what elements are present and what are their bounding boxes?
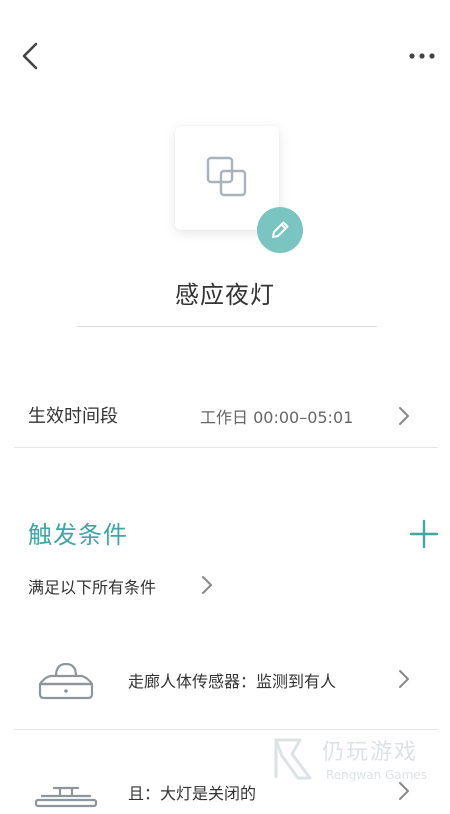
schedule-label: 生效时间段 xyxy=(28,406,118,427)
scene-squares-icon xyxy=(206,156,247,197)
watermark: 仍玩游戏 Rengwan Games xyxy=(270,728,448,792)
chevron-right-icon xyxy=(202,576,212,594)
watermark-text: 仍玩游戏 xyxy=(322,740,419,765)
chevron-left-icon xyxy=(22,42,38,70)
more-button[interactable] xyxy=(402,44,442,68)
triggers-title: 触发条件 xyxy=(28,521,128,549)
trigger-item-text: 走廊人体传感器：监测到有人 xyxy=(128,672,337,691)
trigger-item-text: 且：大灯是关闭的 xyxy=(128,784,257,803)
scene-name-underline xyxy=(77,326,377,327)
watermark-logo-icon xyxy=(274,738,312,780)
schedule-row[interactable]: 生效时间段 工作日 00:00–05:01 xyxy=(0,390,450,440)
schedule-value: 工作日 00:00–05:01 xyxy=(200,408,354,427)
add-trigger-button[interactable] xyxy=(408,518,440,550)
back-button[interactable] xyxy=(14,38,50,74)
watermark-subtext: Rengwan Games xyxy=(326,768,427,782)
edit-scene-button[interactable] xyxy=(257,207,303,253)
trigger-item[interactable]: 走廊人体传感器：监测到有人 xyxy=(0,650,450,710)
pencil-icon xyxy=(272,221,289,238)
more-horizontal-icon xyxy=(409,53,435,59)
divider xyxy=(14,447,438,448)
ceiling-light-icon xyxy=(34,786,98,808)
condition-mode-selector[interactable]: 满足以下所有条件 xyxy=(28,574,228,600)
chevron-right-icon xyxy=(399,407,409,425)
plus-icon xyxy=(409,519,439,549)
chevron-right-icon xyxy=(399,670,409,688)
motion-sensor-icon xyxy=(38,662,94,700)
scene-name[interactable]: 感应夜灯 xyxy=(0,275,450,310)
condition-mode-label: 满足以下所有条件 xyxy=(28,578,157,597)
